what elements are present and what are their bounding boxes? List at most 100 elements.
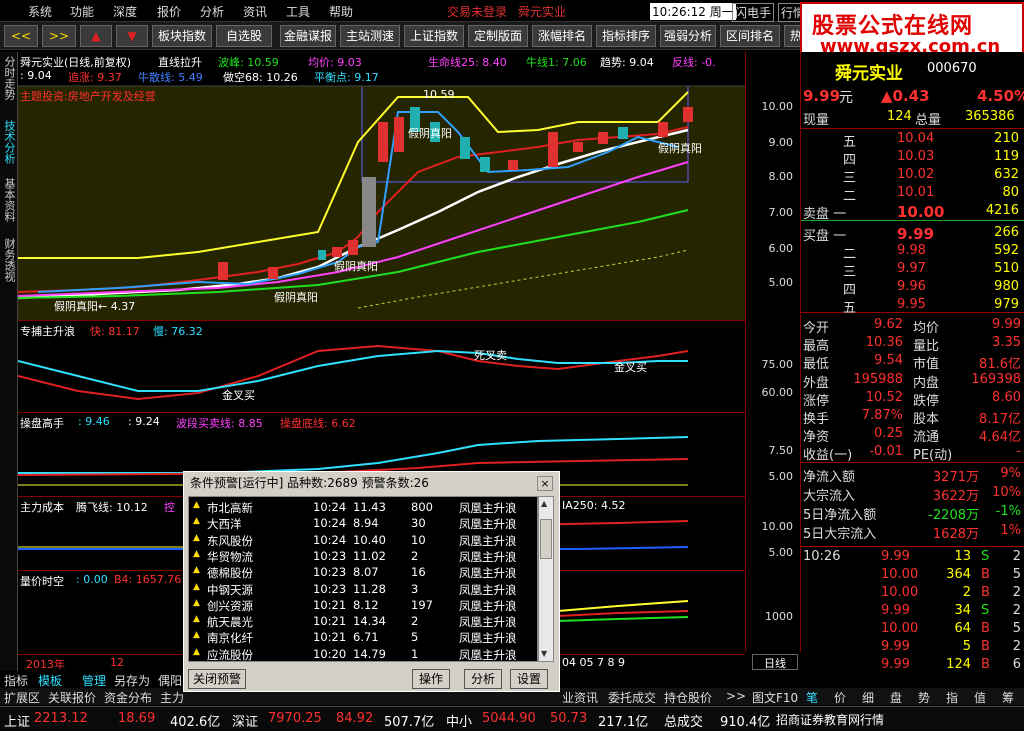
scroll-up-icon[interactable]: ▲ (541, 499, 551, 509)
condition-alert-dialog[interactable]: 条件预警[运行中] 品种数:2689 预警条数:26 × ▲ 市北高新 10:24 1… (183, 471, 560, 692)
custom-layout-button[interactable]: 定制版面 (468, 25, 528, 47)
bid-level-row[interactable]: 五 9.95 979 (801, 296, 1024, 316)
p4-ytick-10: 10.00 (761, 520, 794, 533)
speed-test-button[interactable]: 主站测速 (340, 25, 400, 47)
alert-row[interactable]: ▲ 创兴资源 10:21 8.12 197 凤凰主升浪 (189, 597, 539, 614)
menu-quote[interactable]: 报价 (157, 3, 181, 20)
qtab-book[interactable]: 盘 (890, 689, 902, 706)
tab-intraday[interactable]: 分时走势 (1, 56, 17, 100)
balance-point-value: 平衡点: 9.17 (314, 71, 379, 84)
alert-list-scrollbar[interactable]: ▲ ▼ (538, 496, 554, 662)
close-icon[interactable]: × (537, 476, 553, 491)
sh-index[interactable]: 2213.12 (34, 711, 88, 726)
alert-row[interactable]: ▲ 南京化纤 10:21 6.71 5 凤凰主升浪 (189, 629, 539, 646)
ytick-9: 9.00 (768, 136, 794, 149)
range-rank-button[interactable]: 区间排名 (720, 25, 780, 47)
alert-list[interactable]: ▲ 市北高新 10:24 11.43 800 凤凰主升浪 ▲ 大西洋 10:24 8.94 30 凤凰… (188, 496, 538, 662)
tab-save-as[interactable]: 另存为 (114, 672, 150, 689)
qtab-trend[interactable]: 势 (918, 689, 930, 706)
tab-templates[interactable]: 模板 (38, 672, 62, 689)
bid-level-row[interactable]: 三 9.97 510 (801, 260, 1024, 280)
menu-tools[interactable]: 工具 (286, 3, 310, 20)
ask-level-row[interactable]: 三 10.02 632 (801, 166, 1024, 186)
scroll-down-icon[interactable]: ▼ (541, 649, 551, 659)
tab-even-yang[interactable]: 偶阳 (158, 672, 182, 689)
qtab-chips[interactable]: 筹 (1002, 689, 1014, 706)
menu-system[interactable]: 系统 (28, 3, 52, 20)
indicator-sort-button[interactable]: 指标排序 (596, 25, 656, 47)
tab-indicators[interactable]: 指标 (4, 672, 28, 689)
scroll-thumb[interactable] (540, 519, 552, 559)
ask-level-row[interactable]: 四 10.03 119 (801, 148, 1024, 168)
tab-main-force[interactable]: 主力 (160, 689, 184, 706)
tab-positions[interactable]: 持仓股价 (664, 689, 712, 706)
alert-row[interactable]: ▲ 中钢天源 10:23 11.28 3 凤凰主升浪 (189, 581, 539, 598)
p2-ytick-60: 60.00 (761, 386, 794, 399)
bid-level-row[interactable]: 买盘 一 9.99 266 (801, 224, 1024, 244)
tab-related-quote[interactable]: 关联报价 (48, 689, 96, 706)
down-arrow-icon[interactable]: ▼ (116, 25, 148, 47)
qtab-index[interactable]: 指 (946, 689, 958, 706)
ask-level-row[interactable]: 卖盘 一 10.00 4216 (801, 202, 1024, 222)
menu-function[interactable]: 功能 (70, 3, 94, 20)
tab-industry-news[interactable]: 业资讯 (562, 689, 598, 706)
alert-volume: 197 (411, 597, 433, 612)
qtab-price[interactable]: 价 (834, 689, 846, 706)
gain-rank-button[interactable]: 涨幅排名 (532, 25, 592, 47)
analyze-button[interactable]: 分析 (464, 669, 502, 689)
strength-button[interactable]: 强弱分析 (660, 25, 716, 47)
tab-fundamentals[interactable]: 基本资料 (1, 178, 17, 222)
tab-technical[interactable]: 技术分析 (1, 120, 17, 164)
tab-financials[interactable]: 财务透视 (1, 238, 17, 282)
prev-page-icon[interactable]: << (4, 25, 38, 47)
qtab-trades[interactable]: 笔 (806, 689, 818, 706)
pane2-fast: 快: 81.17 (90, 325, 140, 338)
watchlist-button[interactable]: 自选股 (216, 25, 272, 47)
close-alert-button[interactable]: 关闭预警 (188, 669, 246, 689)
bid-volume: 979 (994, 297, 1019, 312)
qtab-detail[interactable]: 细 (862, 689, 874, 706)
pane2-title: 专捕主升浪 (20, 325, 75, 338)
alert-row[interactable]: ▲ 应流股份 10:20 14.79 1 凤凰主升浪 (189, 646, 539, 663)
menu-depth[interactable]: 深度 (113, 3, 137, 20)
tab-f10[interactable]: 图文F10 (752, 689, 798, 706)
menu-analysis[interactable]: 分析 (200, 3, 224, 20)
tick-row: 10.00 2 B 2 (801, 584, 1024, 602)
main-kline-chart[interactable]: 舜元实业(日线,前复权) 直线拉升 波峰: 10.59 均价: 9.03 生命线… (18, 52, 745, 320)
tab-orders[interactable]: 委托成交 (608, 689, 656, 706)
tab-more[interactable]: >> (726, 689, 746, 703)
tab-extended[interactable]: 扩展区 (4, 689, 40, 706)
menu-news[interactable]: 资讯 (243, 3, 267, 20)
tab-fund-dist[interactable]: 资金分布 (104, 689, 152, 706)
alert-row[interactable]: ▲ 东风股份 10:24 10.40 10 凤凰主升浪 (189, 532, 539, 549)
bid-level-row[interactable]: 四 9.96 980 (801, 278, 1024, 298)
alert-row[interactable]: ▲ 德棉股份 10:23 8.07 16 凤凰主升浪 (189, 564, 539, 581)
menu-help[interactable]: 帮助 (329, 3, 353, 20)
up-arrow-icon[interactable]: ▲ (80, 25, 112, 47)
alert-row[interactable]: ▲ 航天晨光 10:21 14.34 2 凤凰主升浪 (189, 613, 539, 630)
finance-report-button[interactable]: 金融谋报 (280, 25, 336, 47)
pane-main-wave[interactable]: 专捕主升浪 快: 81.17 慢: 76.32 死叉卖 金叉买 金叉买 (18, 320, 745, 412)
zx-index[interactable]: 5044.90 (482, 711, 536, 726)
tab-manage[interactable]: 管理 (82, 672, 106, 689)
ask-level-row[interactable]: 二 10.01 80 (801, 184, 1024, 204)
sector-index-button[interactable]: 板块指数 (152, 25, 212, 47)
alert-row[interactable]: ▲ 大西洋 10:24 8.94 30 凤凰主升浪 (189, 515, 539, 532)
alert-volume: 2 (411, 614, 419, 629)
next-page-icon[interactable]: >> (42, 25, 76, 47)
operate-button[interactable]: 操作 (412, 669, 450, 689)
login-status[interactable]: 交易未登录 (447, 3, 507, 20)
alert-time: 10:24 (313, 516, 347, 531)
tick-volume: 2 (962, 585, 971, 600)
alert-row[interactable]: ▲ 华贸物流 10:23 11.02 2 凤凰主升浪 (189, 548, 539, 565)
sh-index-button[interactable]: 上证指数 (404, 25, 464, 47)
bid-level-row[interactable]: 二 9.98 592 (801, 242, 1024, 262)
period-daily-tab[interactable]: 日线 (752, 654, 798, 670)
qtab-value[interactable]: 值 (974, 689, 986, 706)
alert-condition: 凤凰主升浪 (459, 549, 517, 564)
ask-level-row[interactable]: 五 10.04 210 (801, 130, 1024, 150)
alert-row[interactable]: ▲ 市北高新 10:24 11.43 800 凤凰主升浪 (189, 499, 539, 516)
flash-trade-button[interactable]: 闪电手 (732, 3, 775, 22)
settings-button[interactable]: 设置 (510, 669, 548, 689)
sz-index[interactable]: 7970.25 (268, 711, 322, 726)
